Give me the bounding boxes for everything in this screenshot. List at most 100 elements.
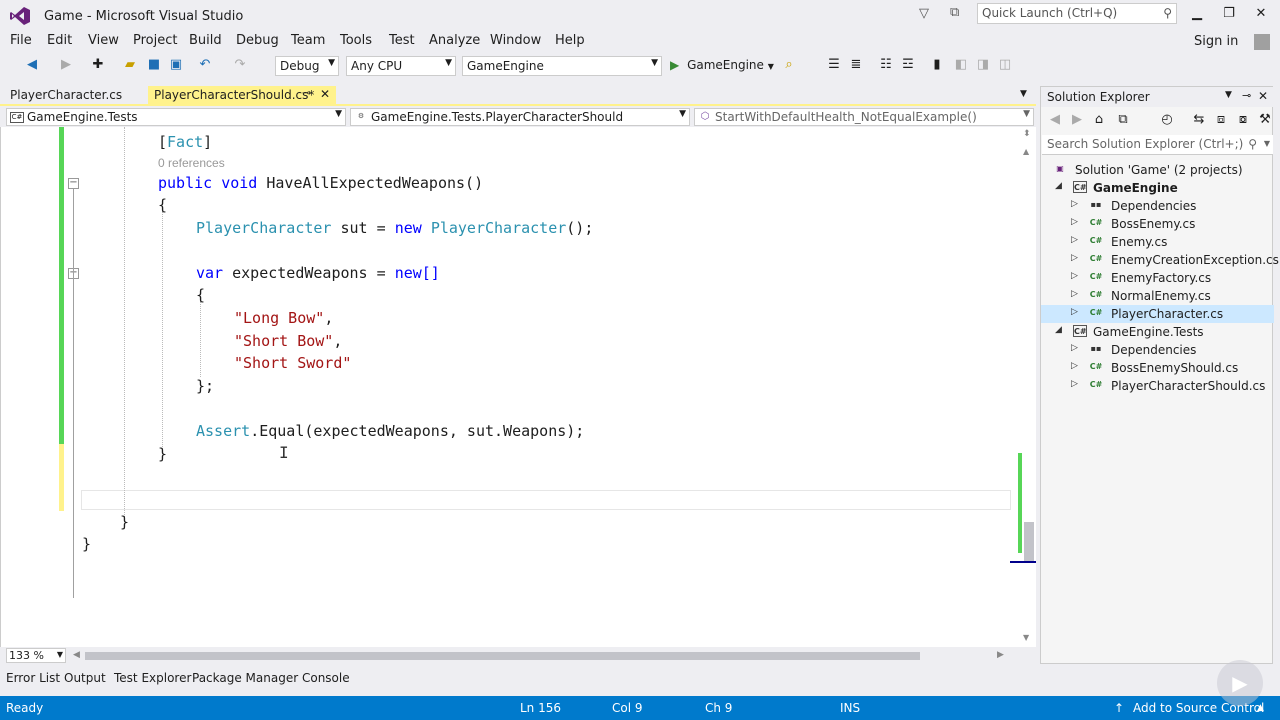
save-all-icon[interactable]: ▣ bbox=[168, 57, 184, 73]
collapsed-icon[interactable]: ▷ bbox=[1071, 379, 1078, 389]
tab-overflow-icon[interactable]: ▼ bbox=[1020, 89, 1027, 99]
sign-in-link[interactable]: Sign in bbox=[1194, 34, 1238, 49]
tree-item[interactable]: ▷ C# BossEnemy.cs bbox=[1041, 215, 1274, 233]
comment-icon[interactable]: ☷ bbox=[878, 57, 894, 73]
menu-project[interactable]: Project bbox=[133, 33, 177, 48]
collapsed-icon[interactable]: ▷ bbox=[1071, 235, 1078, 245]
pin-icon[interactable]: ⊸ bbox=[302, 88, 310, 99]
type-nav-select[interactable]: ⚙ GameEngine.Tests.PlayerCharacterShould… bbox=[350, 108, 690, 126]
forward-icon[interactable]: ▶ bbox=[1069, 112, 1085, 128]
history-icon[interactable]: ◴ bbox=[1159, 112, 1175, 128]
minimize-button[interactable]: ▁ bbox=[1182, 4, 1212, 24]
find-icon[interactable]: ⌕ bbox=[781, 57, 797, 73]
collapsed-icon[interactable]: ▷ bbox=[1071, 271, 1078, 281]
tree-item[interactable]: ▷ ▪▪ Dependencies bbox=[1041, 197, 1274, 215]
split-icon[interactable]: ⬍ bbox=[1023, 129, 1031, 139]
tab-player-character-should[interactable]: PlayerCharacterShould.cs* ⊸ ✕ bbox=[148, 86, 336, 105]
menu-tools[interactable]: Tools bbox=[340, 33, 372, 48]
forward-icon[interactable]: ▶ bbox=[58, 57, 74, 73]
open-file-icon[interactable]: ▰ bbox=[122, 57, 138, 73]
tree-item-project[interactable]: ◢ C# GameEngine bbox=[1041, 179, 1274, 197]
indent-icon[interactable]: ≣ bbox=[848, 57, 864, 73]
chevron-up-icon[interactable]: ▲ bbox=[1257, 703, 1264, 713]
pin-icon[interactable]: ⊸ bbox=[1242, 89, 1251, 102]
collapsed-icon[interactable]: ▷ bbox=[1071, 199, 1078, 209]
menu-build[interactable]: Build bbox=[189, 33, 222, 48]
startup-project-select[interactable]: GameEngine ▼ bbox=[462, 56, 662, 76]
close-panel-icon[interactable]: ✕ bbox=[1258, 89, 1268, 103]
codelens-references[interactable]: 0 references bbox=[158, 156, 225, 170]
sync-icon[interactable]: ⇆ bbox=[1191, 112, 1207, 128]
back-icon[interactable]: ◀ bbox=[1047, 112, 1063, 128]
next-bookmark-icon[interactable]: ◨ bbox=[975, 57, 991, 73]
tree-item-solution[interactable]: ▣ Solution 'Game' (2 projects) bbox=[1041, 161, 1274, 179]
member-nav-select[interactable]: ⬡ StartWithDefaultHealth_NotEqualExample… bbox=[694, 108, 1034, 126]
user-icon[interactable] bbox=[1254, 34, 1270, 50]
tree-item[interactable]: ▷ ▪▪ Dependencies bbox=[1041, 341, 1274, 359]
tree-item[interactable]: ▷ C# EnemyFactory.cs bbox=[1041, 269, 1274, 287]
bookmark-icon[interactable]: ▮ bbox=[929, 57, 945, 73]
scroll-thumb[interactable] bbox=[1024, 522, 1034, 562]
solution-explorer-search[interactable]: Search Solution Explorer (Ctrl+;) ⚲ ▼ bbox=[1042, 135, 1273, 155]
project-nav-select[interactable]: C# GameEngine.Tests ▼ bbox=[6, 108, 346, 126]
close-button[interactable]: ✕ bbox=[1246, 4, 1276, 24]
collapsed-icon[interactable]: ▷ bbox=[1071, 343, 1078, 353]
tree-item[interactable]: ▷ C# NormalEnemy.cs bbox=[1041, 287, 1274, 305]
collapsed-icon[interactable]: ▷ bbox=[1071, 361, 1078, 371]
collapse-all-icon[interactable]: ⧈ bbox=[1213, 112, 1229, 128]
menu-team[interactable]: Team bbox=[291, 33, 325, 48]
collapsed-icon[interactable]: ▷ bbox=[1071, 253, 1078, 263]
menu-test[interactable]: Test bbox=[389, 33, 415, 48]
zoom-select[interactable]: 133 % ▼ bbox=[6, 648, 66, 663]
clear-bookmarks-icon[interactable]: ◫ bbox=[997, 57, 1013, 73]
expanded-icon[interactable]: ◢ bbox=[1055, 181, 1062, 191]
prev-bookmark-icon[interactable]: ◧ bbox=[953, 57, 969, 73]
collapsed-icon[interactable]: ▷ bbox=[1071, 289, 1078, 299]
menu-window[interactable]: Window bbox=[490, 33, 541, 48]
switch-views-icon[interactable]: ⧉ bbox=[1115, 112, 1131, 128]
feedback-icon[interactable]: ⧉ bbox=[950, 5, 959, 20]
menu-edit[interactable]: Edit bbox=[47, 33, 72, 48]
close-tab-icon[interactable]: ✕ bbox=[320, 87, 330, 101]
scroll-left-icon[interactable]: ◀ bbox=[73, 650, 80, 660]
tree-item-project[interactable]: ◢ C# GameEngine.Tests bbox=[1041, 323, 1274, 341]
tree-item[interactable]: ▷ C# BossEnemyShould.cs bbox=[1041, 359, 1274, 377]
restore-button[interactable]: ❐ bbox=[1214, 4, 1244, 24]
horizontal-scroll-thumb[interactable] bbox=[85, 652, 920, 660]
scroll-down-icon[interactable]: ▼ bbox=[1023, 633, 1029, 642]
menu-debug[interactable]: Debug bbox=[236, 33, 279, 48]
tree-item[interactable]: ▷ C# Enemy.cs bbox=[1041, 233, 1274, 251]
menu-analyze[interactable]: Analyze bbox=[429, 33, 480, 48]
uncomment-icon[interactable]: ☲ bbox=[900, 57, 916, 73]
scroll-right-icon[interactable]: ▶ bbox=[997, 650, 1004, 660]
code-editor[interactable]: − − [Fact] 0 references public void Have… bbox=[0, 127, 1036, 647]
tree-item[interactable]: ▷ C# PlayerCharacterShould.cs bbox=[1041, 377, 1274, 395]
save-icon[interactable]: ■ bbox=[146, 57, 162, 73]
redo-icon[interactable]: ↷ bbox=[232, 57, 248, 73]
configuration-select[interactable]: Debug ▼ bbox=[275, 56, 339, 76]
back-icon[interactable]: ◀ bbox=[24, 57, 40, 73]
start-debugging-button[interactable]: ▶ GameEngine ▼ bbox=[670, 58, 774, 72]
chevron-down-icon[interactable]: ▼ bbox=[1264, 139, 1270, 148]
menu-file[interactable]: File bbox=[10, 33, 32, 48]
tab-error-list[interactable]: Error List bbox=[6, 671, 60, 685]
new-project-icon[interactable]: ✚ bbox=[90, 57, 106, 73]
align-icon[interactable]: ☰ bbox=[826, 57, 842, 73]
properties-icon[interactable]: ⚒ bbox=[1257, 112, 1273, 128]
scroll-up-icon[interactable]: ▲ bbox=[1023, 147, 1029, 156]
quick-launch-input[interactable]: Quick Launch (Ctrl+Q) ⚲ bbox=[977, 3, 1177, 24]
home-icon[interactable]: ⌂ bbox=[1091, 112, 1107, 128]
undo-icon[interactable]: ↶ bbox=[197, 57, 213, 73]
tab-package-manager-console[interactable]: Package Manager Console bbox=[192, 671, 350, 685]
tree-item[interactable]: ▷ C# EnemyCreationException.cs bbox=[1041, 251, 1279, 269]
collapsed-icon[interactable]: ▷ bbox=[1071, 307, 1078, 317]
collapsed-icon[interactable]: ▷ bbox=[1071, 217, 1078, 227]
show-all-files-icon[interactable]: ⧇ bbox=[1235, 112, 1251, 128]
menu-view[interactable]: View bbox=[88, 33, 119, 48]
menu-help[interactable]: Help bbox=[555, 33, 585, 48]
tab-player-character[interactable]: PlayerCharacter.cs bbox=[4, 86, 128, 105]
filter-icon[interactable]: ▽ bbox=[919, 6, 929, 21]
tree-item-selected[interactable]: ▷ C# PlayerCharacter.cs bbox=[1041, 305, 1274, 323]
tab-test-explorer[interactable]: Test Explorer bbox=[114, 671, 191, 685]
tab-output[interactable]: Output bbox=[64, 671, 106, 685]
